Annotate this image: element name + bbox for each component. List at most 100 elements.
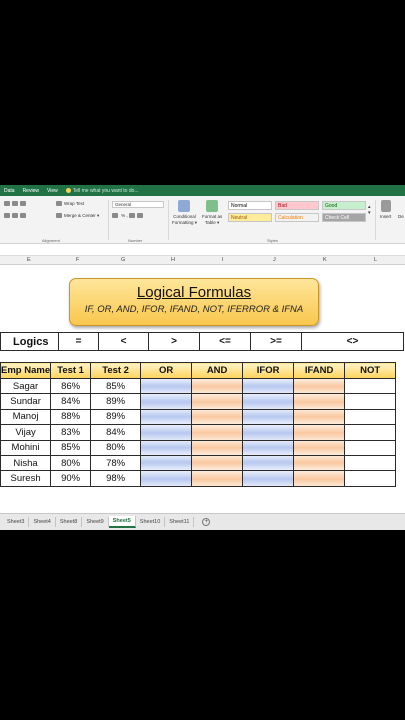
sheet-tab-sheet9[interactable]: Sheet9: [82, 517, 109, 527]
formula-result-cell[interactable]: [140, 424, 193, 441]
formula-result-cell[interactable]: [242, 408, 295, 426]
emp-name-cell[interactable]: Suresh: [0, 470, 52, 487]
conditional-formatting-button[interactable]: Conditional Formatting ▾: [172, 214, 197, 226]
menu-view[interactable]: View: [43, 188, 62, 194]
style-check-cell[interactable]: Check Cell: [322, 213, 366, 222]
formula-result-cell[interactable]: [293, 408, 346, 426]
formula-result-cell[interactable]: [242, 439, 295, 456]
formula-result-cell[interactable]: [140, 454, 193, 472]
delete-button-partial[interactable]: De: [398, 214, 404, 219]
formula-result-cell[interactable]: [344, 408, 397, 426]
operator-cell[interactable]: >=: [250, 332, 302, 351]
title-banner[interactable]: Logical Formulas IF, OR, AND, IFOR, IFAN…: [69, 278, 319, 326]
formula-result-cell[interactable]: [191, 408, 244, 426]
formula-result-cell[interactable]: [293, 393, 346, 410]
emp-name-cell[interactable]: Sundar: [0, 393, 52, 410]
formula-result-cell[interactable]: [140, 439, 193, 456]
column-header-not[interactable]: NOT: [344, 362, 397, 379]
formula-result-cell[interactable]: [191, 454, 244, 472]
col-H[interactable]: H: [171, 257, 175, 263]
formula-result-cell[interactable]: [140, 408, 193, 426]
operator-cell[interactable]: >: [148, 332, 200, 351]
score-cell[interactable]: 84%: [90, 424, 142, 441]
styles-scroll[interactable]: ▴ ▾: [368, 204, 371, 216]
operator-cell[interactable]: <=: [199, 332, 251, 351]
score-cell[interactable]: 78%: [90, 454, 142, 472]
formula-result-cell[interactable]: [242, 424, 295, 441]
col-L[interactable]: L: [374, 257, 377, 263]
formula-result-cell[interactable]: [344, 393, 397, 410]
format-as-table-icon[interactable]: [206, 200, 218, 212]
number-format-buttons[interactable]: % ,: [112, 213, 145, 219]
emp-name-cell[interactable]: Sagar: [0, 377, 52, 395]
operator-cell[interactable]: <: [98, 332, 149, 351]
score-cell[interactable]: 88%: [50, 408, 92, 426]
operator-cell[interactable]: <>: [301, 332, 404, 351]
score-cell[interactable]: 89%: [90, 408, 142, 426]
formula-result-cell[interactable]: [242, 470, 295, 487]
operator-cell[interactable]: =: [58, 332, 99, 351]
formula-result-cell[interactable]: [293, 454, 346, 472]
align-top-icons[interactable]: [4, 201, 28, 207]
formula-result-cell[interactable]: [191, 439, 244, 456]
style-neutral[interactable]: Neutral: [228, 213, 272, 222]
align-top-icon[interactable]: [4, 201, 10, 207]
menu-review[interactable]: Review: [19, 188, 43, 194]
formula-result-cell[interactable]: [344, 439, 397, 456]
align-left-icons[interactable]: [4, 213, 28, 219]
add-sheet-icon[interactable]: +: [202, 518, 211, 526]
wrap-text-button[interactable]: Wrap Text: [56, 201, 84, 207]
sheet-tab-sheet5[interactable]: Sheet5: [108, 516, 136, 528]
formula-result-cell[interactable]: [191, 393, 244, 410]
emp-name-cell[interactable]: Vijay: [0, 424, 52, 441]
sheet-tab-sheet10[interactable]: Sheet10: [136, 517, 166, 527]
sheet-tab-sheet11[interactable]: Sheet11: [165, 517, 195, 527]
formula-result-cell[interactable]: [293, 424, 346, 441]
formula-result-cell[interactable]: [344, 424, 397, 441]
score-cell[interactable]: 85%: [90, 377, 142, 395]
formula-result-cell[interactable]: [293, 439, 346, 456]
style-good[interactable]: Good: [322, 201, 366, 210]
align-left-icon[interactable]: [4, 213, 10, 219]
sheet-tab-sheet3[interactable]: Sheet3: [3, 517, 30, 527]
formula-result-cell[interactable]: [293, 377, 346, 395]
align-middle-icon[interactable]: [12, 201, 18, 207]
col-F[interactable]: F: [76, 257, 79, 263]
sheet-tab-sheet4[interactable]: Sheet4: [29, 517, 56, 527]
increase-decimal-icon[interactable]: [129, 213, 136, 219]
align-center-icon[interactable]: [12, 213, 18, 219]
score-cell[interactable]: 86%: [50, 377, 92, 395]
formula-result-cell[interactable]: [344, 454, 397, 472]
score-cell[interactable]: 90%: [50, 470, 92, 487]
formula-result-cell[interactable]: [344, 470, 397, 487]
column-header-ifor[interactable]: IFOR: [242, 362, 295, 379]
formula-result-cell[interactable]: [140, 470, 193, 487]
formula-result-cell[interactable]: [191, 470, 244, 487]
style-calculation[interactable]: Calculation: [275, 213, 319, 222]
percent-button[interactable]: %: [121, 213, 125, 218]
score-cell[interactable]: 83%: [50, 424, 92, 441]
tell-me-box[interactable]: Tell me what you want to do...: [65, 188, 139, 194]
number-format-dropdown[interactable]: General: [112, 201, 164, 208]
merge-center-button[interactable]: Merge & Center ▾: [56, 213, 99, 219]
insert-cells-icon[interactable]: [381, 200, 391, 212]
col-K[interactable]: K: [323, 257, 327, 263]
col-I[interactable]: I: [222, 257, 224, 263]
format-as-table-button[interactable]: Format as Table ▾: [202, 214, 222, 226]
column-header-ifand[interactable]: IFAND: [293, 362, 346, 379]
col-J[interactable]: J: [273, 257, 276, 263]
formula-result-cell[interactable]: [344, 377, 397, 395]
style-bad[interactable]: Bad: [275, 201, 319, 210]
formula-result-cell[interactable]: [140, 377, 193, 395]
formula-result-cell[interactable]: [140, 393, 193, 410]
column-header-test-2[interactable]: Test 2: [90, 362, 142, 379]
score-cell[interactable]: 98%: [90, 470, 142, 487]
formula-result-cell[interactable]: [242, 454, 295, 472]
indent-icon[interactable]: [20, 213, 26, 219]
formula-result-cell[interactable]: [293, 470, 346, 487]
column-header-test-1[interactable]: Test 1: [50, 362, 92, 379]
orientation-icon[interactable]: [20, 201, 26, 207]
formula-result-cell[interactable]: [242, 393, 295, 410]
emp-name-cell[interactable]: Nisha: [0, 454, 52, 472]
menu-data[interactable]: Data: [0, 188, 19, 194]
